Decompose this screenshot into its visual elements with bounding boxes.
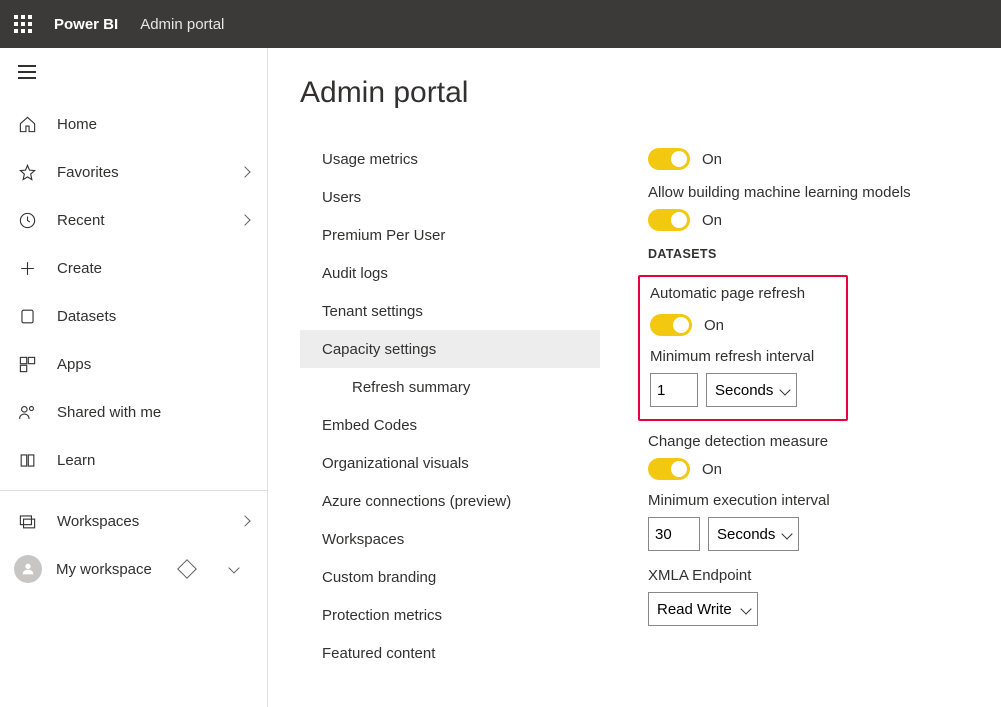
subnav-premium-per-user[interactable]: Premium Per User	[300, 216, 600, 254]
subnav-protection-metrics[interactable]: Protection metrics	[300, 596, 600, 634]
app-launcher-icon[interactable]	[14, 15, 32, 33]
subnav-refresh-summary[interactable]: Refresh summary	[300, 368, 600, 406]
brand-label: Power BI	[54, 16, 118, 33]
book-icon	[18, 451, 37, 470]
sidebar: Home Favorites Recent Create Datasets	[0, 48, 268, 707]
shared-icon	[18, 403, 37, 422]
workspaces-icon	[18, 512, 37, 531]
chevron-down-icon	[228, 562, 239, 573]
premium-diamond-icon	[177, 559, 197, 579]
subnav-workspaces[interactable]: Workspaces	[300, 520, 600, 558]
min-exec-unit-select[interactable]: Seconds	[708, 517, 799, 551]
toggle-on-label: On	[702, 151, 722, 168]
page-title: Admin portal	[300, 76, 1001, 110]
hamburger-icon	[18, 65, 36, 79]
toggle-on-label: On	[702, 212, 722, 229]
chevron-right-icon	[239, 166, 250, 177]
topbar: Power BI Admin portal	[0, 0, 1001, 48]
subnav-capacity-settings[interactable]: Capacity settings	[300, 330, 600, 368]
content-area: Admin portal Usage metrics Users Premium…	[268, 48, 1001, 707]
sidebar-collapse-button[interactable]	[0, 48, 267, 96]
nav-item-shared[interactable]: Shared with me	[0, 388, 267, 436]
min-refresh-label: Minimum refresh interval	[650, 348, 836, 365]
nav-label: Datasets	[57, 308, 116, 325]
toggle-on-label: On	[704, 317, 724, 334]
subnav-audit-logs[interactable]: Audit logs	[300, 254, 600, 292]
nav-item-workspaces[interactable]: Workspaces	[0, 497, 267, 545]
subnav-tenant-settings[interactable]: Tenant settings	[300, 292, 600, 330]
nav-item-datasets[interactable]: Datasets	[0, 292, 267, 340]
nav-item-recent[interactable]: Recent	[0, 196, 267, 244]
settings-column: On Allow building machine learning model…	[648, 140, 1001, 672]
subnav-featured-content[interactable]: Featured content	[300, 634, 600, 672]
min-exec-label: Minimum execution interval	[648, 492, 977, 509]
nav-label: Recent	[57, 212, 105, 229]
min-refresh-unit-select[interactable]: Seconds	[706, 373, 797, 407]
my-workspace-label: My workspace	[56, 561, 152, 578]
portal-label: Admin portal	[140, 16, 224, 33]
min-refresh-input[interactable]	[650, 373, 698, 407]
nav-label: Learn	[57, 452, 95, 469]
auto-refresh-label: Automatic page refresh	[650, 285, 836, 302]
nav-item-favorites[interactable]: Favorites	[0, 148, 267, 196]
subnav-azure-connections[interactable]: Azure connections (preview)	[300, 482, 600, 520]
xmla-label: XMLA Endpoint	[648, 567, 977, 584]
subnav-embed-codes[interactable]: Embed Codes	[300, 406, 600, 444]
plus-icon	[18, 259, 37, 278]
highlighted-auto-refresh-section: Automatic page refresh On Minimum refres…	[638, 275, 848, 421]
clock-icon	[18, 211, 37, 230]
subnav-custom-branding[interactable]: Custom branding	[300, 558, 600, 596]
toggle-change-detection[interactable]	[648, 458, 690, 480]
nav-label: Home	[57, 116, 97, 133]
subnav-users[interactable]: Users	[300, 178, 600, 216]
nav-label: Favorites	[57, 164, 119, 181]
toggle-auto-refresh[interactable]	[650, 314, 692, 336]
toggle-allow-ml[interactable]	[648, 209, 690, 231]
nav-item-create[interactable]: Create	[0, 244, 267, 292]
subnav-org-visuals[interactable]: Organizational visuals	[300, 444, 600, 482]
nav-item-home[interactable]: Home	[0, 100, 267, 148]
apps-icon	[18, 355, 37, 374]
home-icon	[18, 115, 37, 134]
nav-label: Workspaces	[57, 513, 139, 530]
nav-label: Create	[57, 260, 102, 277]
chevron-right-icon	[239, 214, 250, 225]
nav-label: Shared with me	[57, 404, 161, 421]
my-workspace-row[interactable]: My workspace	[0, 545, 267, 593]
change-detection-label: Change detection measure	[648, 433, 977, 450]
subnav-usage-metrics[interactable]: Usage metrics	[300, 140, 600, 178]
admin-subnav: Usage metrics Users Premium Per User Aud…	[300, 140, 600, 672]
allow-ml-label: Allow building machine learning models	[648, 184, 977, 201]
toggle-unknown-top[interactable]	[648, 148, 690, 170]
star-icon	[18, 163, 37, 182]
chevron-right-icon	[239, 515, 250, 526]
datasets-heading: DATASETS	[648, 247, 977, 261]
nav-item-learn[interactable]: Learn	[0, 436, 267, 484]
xmla-endpoint-select[interactable]: Read Write	[648, 592, 758, 626]
nav-label: Apps	[57, 356, 91, 373]
datasets-icon	[18, 307, 37, 326]
avatar-icon	[14, 555, 42, 583]
min-exec-input[interactable]	[648, 517, 700, 551]
toggle-on-label: On	[702, 461, 722, 478]
nav-item-apps[interactable]: Apps	[0, 340, 267, 388]
